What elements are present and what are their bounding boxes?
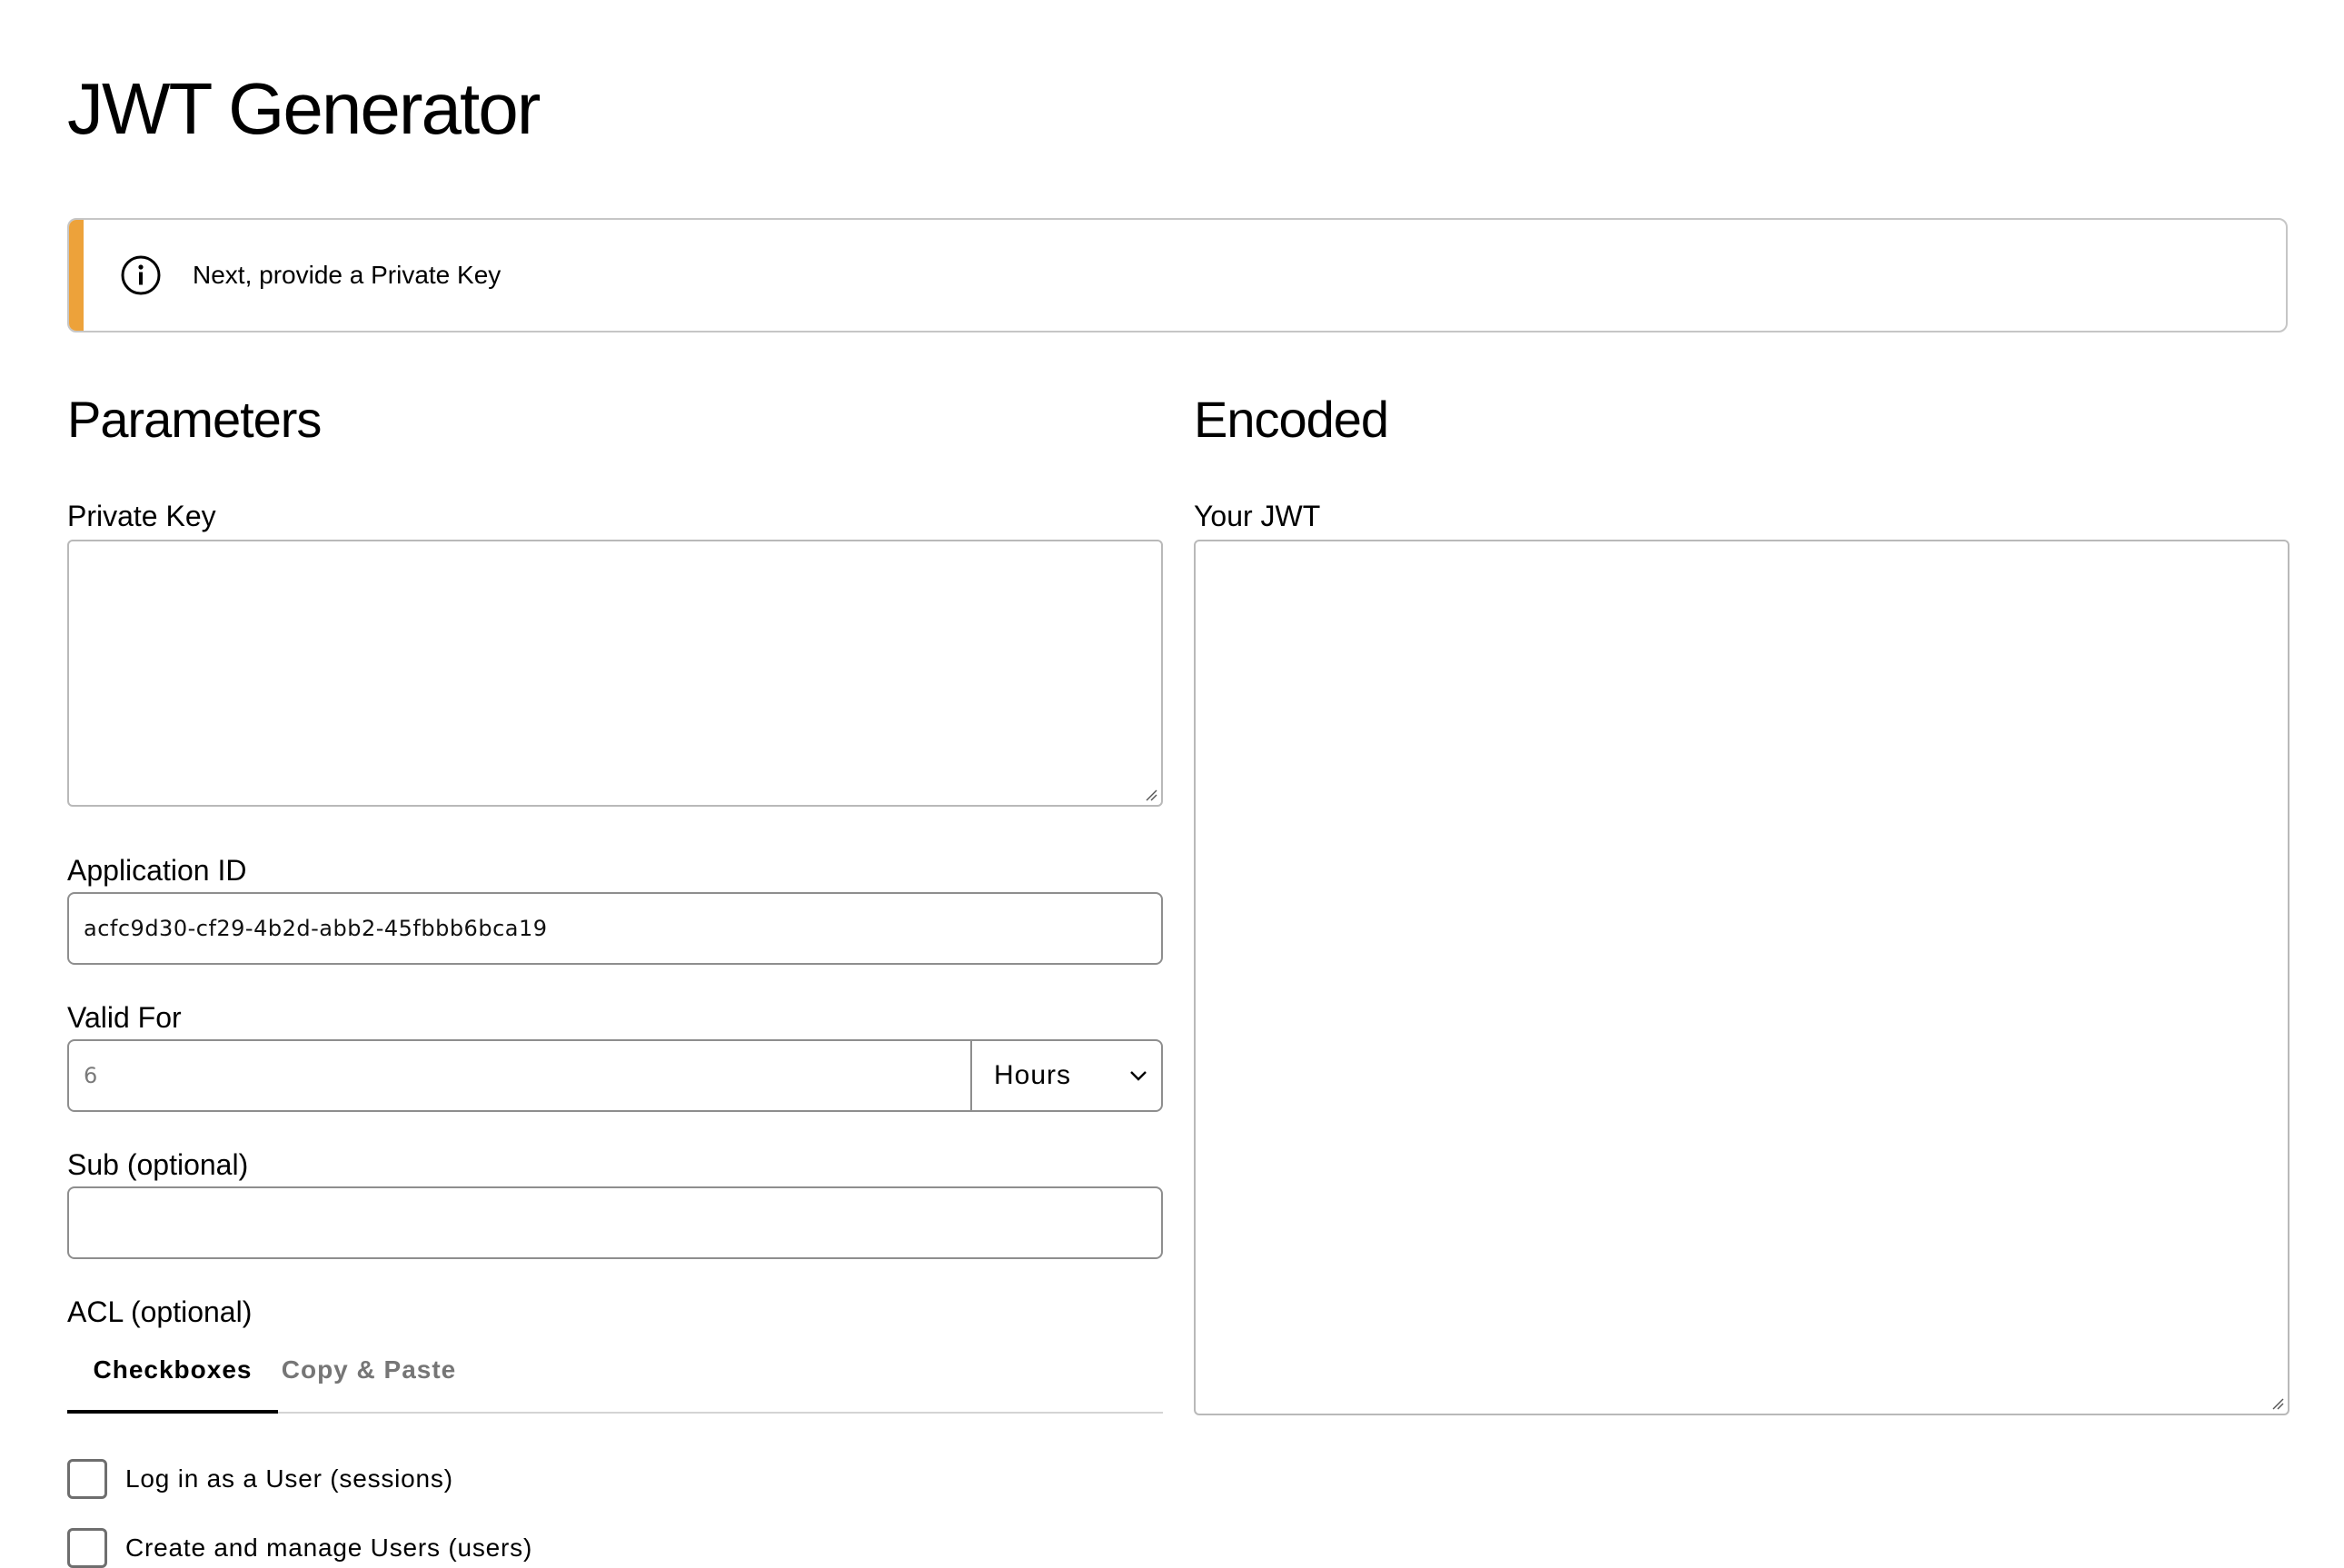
tab-copy-paste[interactable]: Copy & Paste <box>278 1339 460 1414</box>
your-jwt-label: Your JWT <box>1194 500 1321 532</box>
valid-for-unit-select[interactable]: Hours <box>970 1041 1161 1110</box>
sessions-checkbox-label[interactable]: Log in as a User (sessions) <box>125 1464 453 1494</box>
chevron-down-icon <box>1130 1071 1147 1081</box>
info-circle-icon <box>121 255 161 295</box>
encoded-heading: Encoded <box>1194 391 1389 448</box>
resize-grip-icon[interactable] <box>1145 789 1157 801</box>
page-title: JWT Generator <box>67 68 541 149</box>
application-id-label: Application ID <box>67 854 247 887</box>
sub-input[interactable] <box>67 1186 1163 1259</box>
users-checkbox[interactable] <box>67 1528 107 1568</box>
acl-option-users[interactable]: Create and manage Users (users) <box>67 1528 532 1568</box>
resize-grip-icon[interactable] <box>2271 1397 2284 1410</box>
info-banner: Next, provide a Private Key <box>67 218 2288 332</box>
banner-accent-bar <box>69 220 84 331</box>
private-key-label: Private Key <box>67 500 216 532</box>
tab-checkboxes[interactable]: Checkboxes <box>67 1339 278 1414</box>
valid-for-input[interactable]: 6 <box>84 1041 98 1110</box>
banner-message: Next, provide a Private Key <box>193 261 502 289</box>
sub-label: Sub (optional) <box>67 1148 249 1181</box>
users-checkbox-label[interactable]: Create and manage Users (users) <box>125 1533 532 1563</box>
jwt-generator-page: JWT Generator Next, provide a Private Ke… <box>0 0 2344 1568</box>
acl-label: ACL (optional) <box>67 1295 253 1328</box>
valid-for-label: Valid For <box>67 1001 182 1034</box>
application-id-input[interactable]: acfc9d30-cf29-4b2d-abb2-45fbbb6bca19 <box>67 892 1163 965</box>
acl-option-sessions[interactable]: Log in as a User (sessions) <box>67 1459 453 1499</box>
valid-for-group: 6 Hours <box>67 1039 1163 1112</box>
acl-tabs: Checkboxes Copy & Paste <box>67 1339 1163 1414</box>
sessions-checkbox[interactable] <box>67 1459 107 1499</box>
valid-for-unit-value: Hours <box>994 1060 1072 1090</box>
jwt-output-textarea[interactable] <box>1194 540 2289 1415</box>
private-key-textarea[interactable] <box>67 540 1163 807</box>
application-id-value: acfc9d30-cf29-4b2d-abb2-45fbbb6bca19 <box>84 916 548 941</box>
parameters-heading: Parameters <box>67 391 322 448</box>
